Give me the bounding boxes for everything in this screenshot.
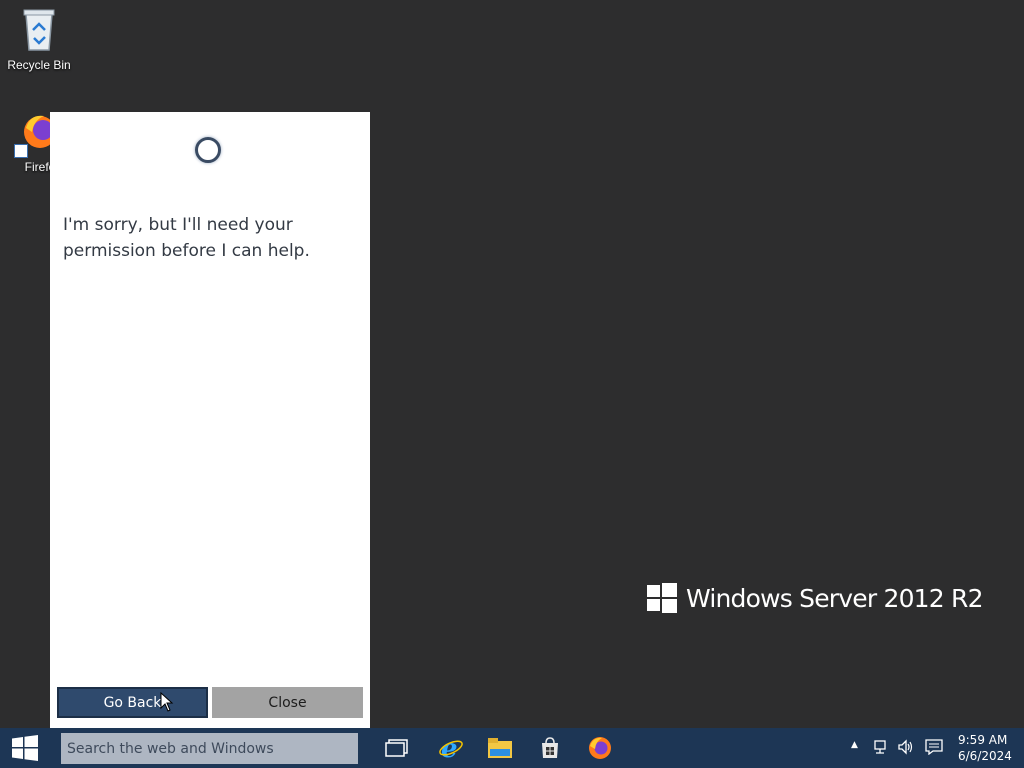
watermark-text: Windows Server 2012 R2 bbox=[686, 583, 984, 613]
start-button[interactable] bbox=[0, 728, 50, 768]
cortana-message: I'm sorry, but I'll need your permission… bbox=[63, 215, 310, 261]
recycle-bin-icon bbox=[23, 9, 55, 51]
network-icon[interactable] bbox=[873, 739, 891, 755]
cortana-panel: I'm sorry, but I'll need your permission… bbox=[50, 112, 370, 728]
show-hidden-icons-button[interactable]: ▲ bbox=[851, 740, 858, 750]
internet-explorer-button[interactable]: e bbox=[436, 734, 466, 762]
go-back-button[interactable]: Go Back bbox=[57, 687, 208, 718]
cortana-ring-icon bbox=[195, 137, 221, 163]
store-button[interactable] bbox=[535, 734, 565, 762]
clock-time: 9:59 AM bbox=[958, 733, 1008, 747]
close-button[interactable]: Close bbox=[212, 687, 363, 718]
windows-start-icon bbox=[12, 735, 38, 761]
taskbar: Search the web and Windows e ▲ 9:59 AM 6… bbox=[0, 728, 1024, 768]
svg-text:e: e bbox=[441, 735, 458, 761]
store-icon bbox=[542, 737, 558, 758]
task-view-button[interactable] bbox=[382, 734, 412, 762]
shortcut-arrow-icon bbox=[14, 144, 28, 158]
recycle-bin-label: Recycle Bin bbox=[7, 58, 71, 72]
system-clock[interactable]: 9:59 AM 6/6/2024 bbox=[958, 732, 1012, 764]
file-explorer-icon bbox=[488, 738, 512, 758]
task-view-icon bbox=[385, 739, 408, 757]
recycle-bin-shortcut[interactable]: Recycle Bin bbox=[1, 6, 77, 72]
mouse-cursor-icon bbox=[160, 692, 174, 712]
windows-server-watermark: Windows Server 2012 R2 bbox=[647, 583, 984, 613]
search-input[interactable]: Search the web and Windows bbox=[61, 733, 358, 764]
volume-icon[interactable] bbox=[897, 739, 915, 755]
action-center-icon[interactable] bbox=[925, 739, 943, 755]
firefox-taskbar-button[interactable] bbox=[585, 734, 615, 762]
firefox-icon bbox=[589, 737, 611, 759]
search-placeholder: Search the web and Windows bbox=[67, 740, 274, 757]
internet-explorer-icon: e bbox=[439, 735, 463, 761]
clock-date: 6/6/2024 bbox=[958, 749, 1012, 763]
windows-logo-icon bbox=[647, 583, 677, 613]
file-explorer-button[interactable] bbox=[485, 734, 515, 762]
